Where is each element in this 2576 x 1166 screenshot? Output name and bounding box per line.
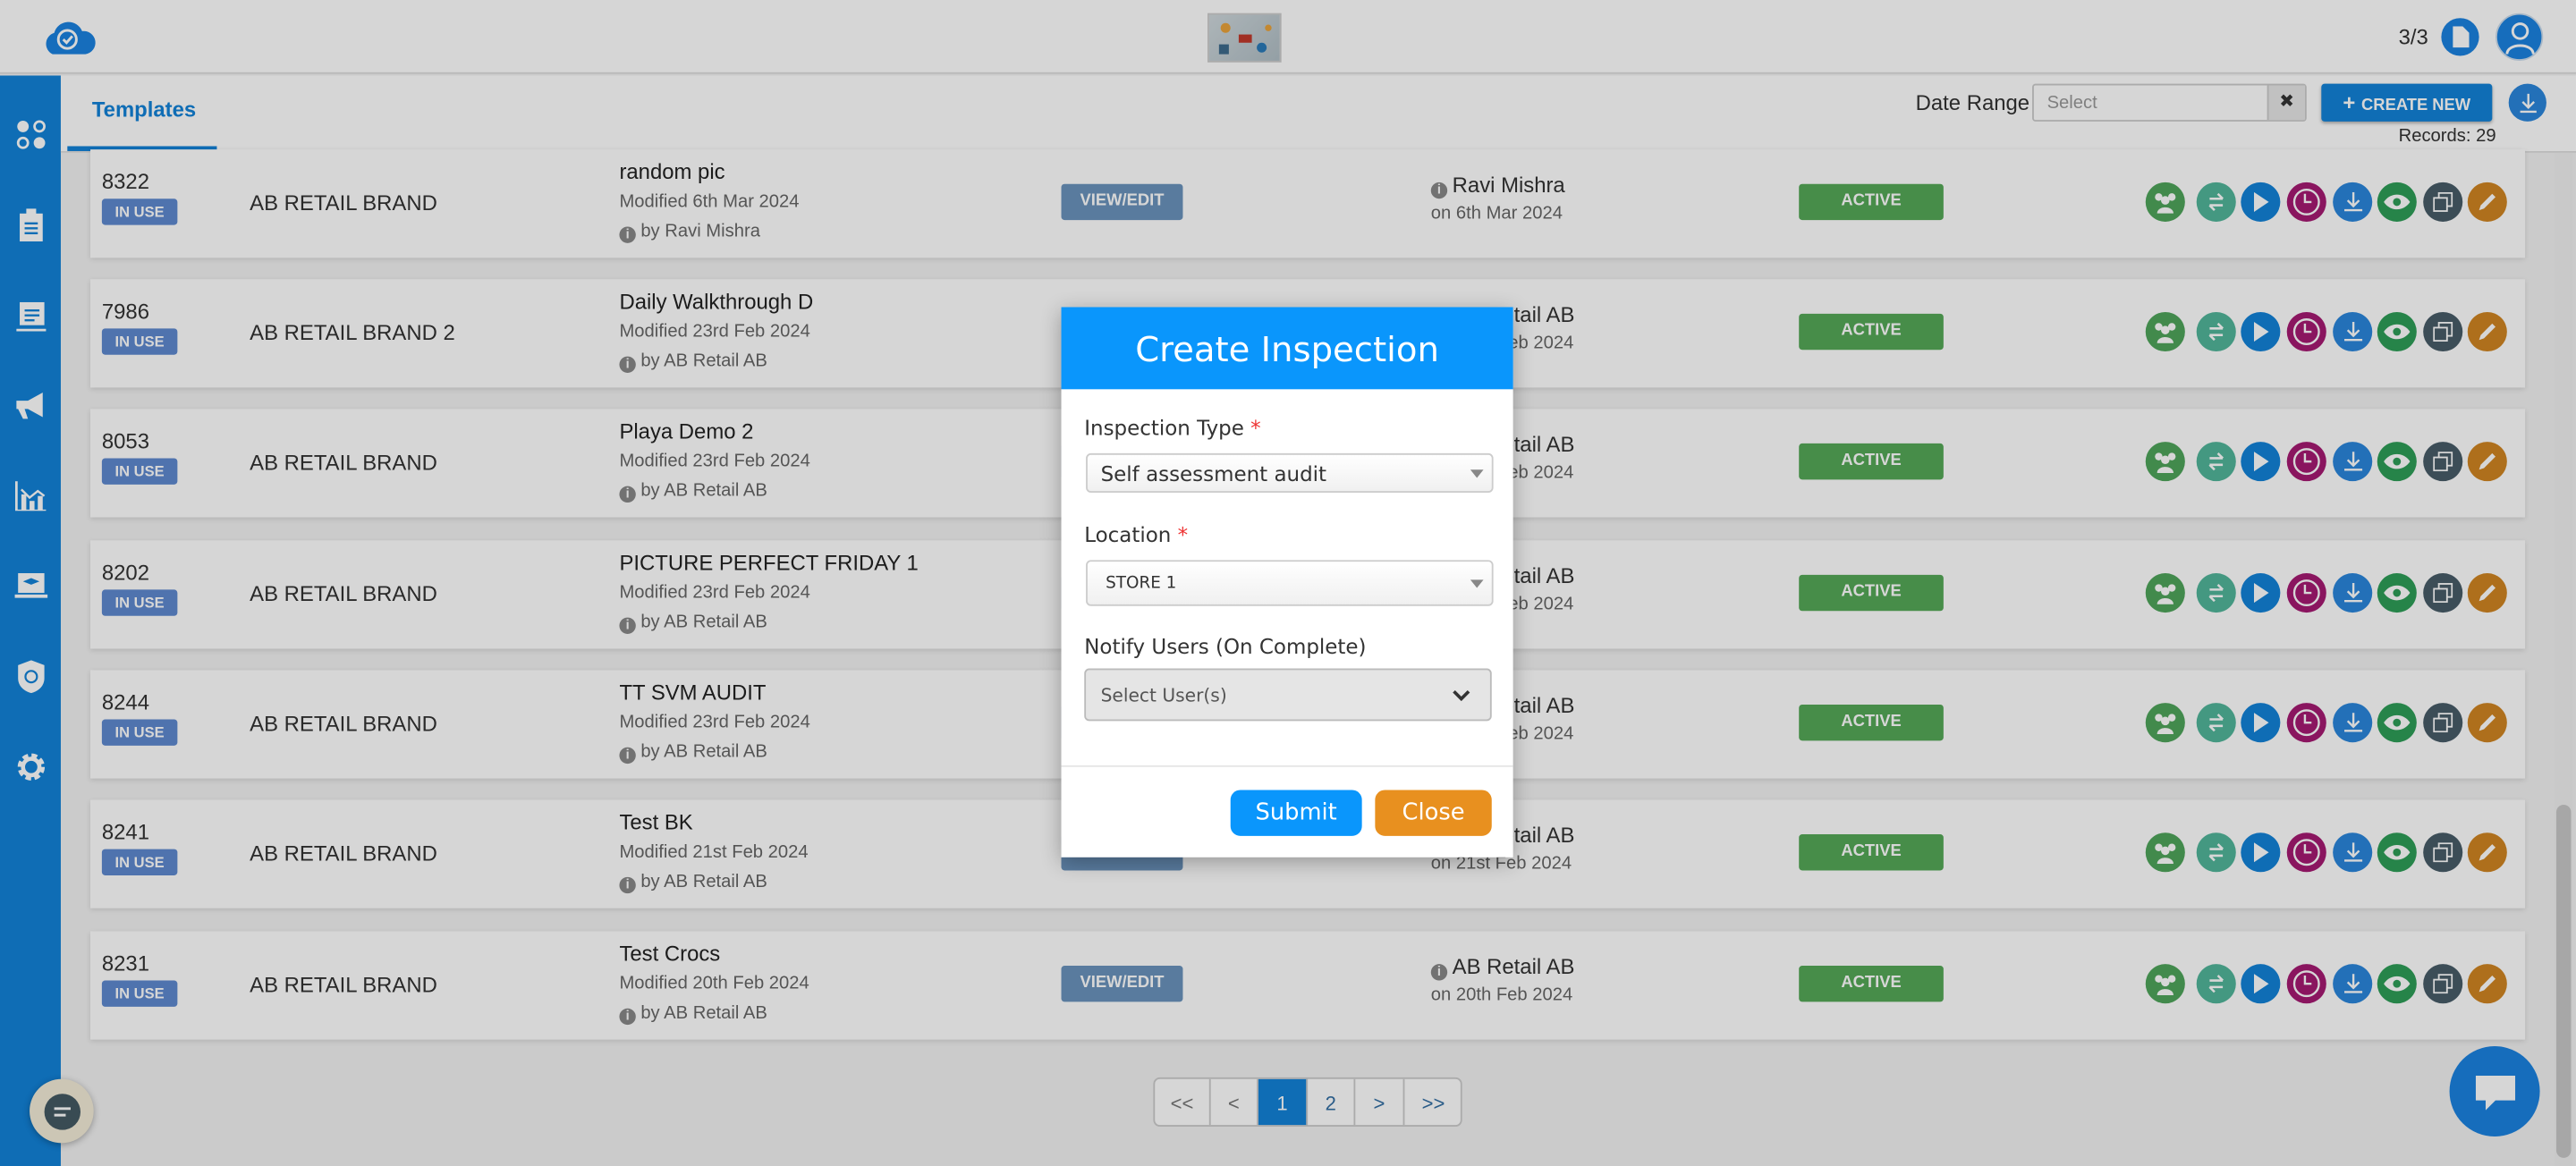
app: 3/3 Templates Date Range Select ✖ + CREA… xyxy=(0,0,2576,1166)
inspection-type-value: Self assessment audit xyxy=(1100,461,1327,486)
inspection-type-label: Inspection Type * xyxy=(1084,415,1261,441)
modal-title: Create Inspection xyxy=(1061,307,1513,390)
location-value: STORE 1 xyxy=(1106,574,1177,594)
create-inspection-modal: Create Inspection Inspection Type * Self… xyxy=(1061,307,1513,858)
chevron-down-icon xyxy=(1453,689,1470,702)
caret-down-icon xyxy=(1470,579,1484,588)
notify-users-label: Notify Users (On Complete) xyxy=(1084,633,1367,659)
inspection-type-select[interactable]: Self assessment audit xyxy=(1086,452,1494,494)
caret-down-icon xyxy=(1470,469,1484,478)
submit-button[interactable]: Submit xyxy=(1230,790,1362,836)
modal-footer-divider xyxy=(1061,765,1513,767)
notify-users-select[interactable]: Select User(s) xyxy=(1084,668,1492,722)
location-select[interactable]: STORE 1 xyxy=(1086,560,1494,606)
notify-users-placeholder: Select User(s) xyxy=(1100,684,1227,706)
close-button[interactable]: Close xyxy=(1375,790,1492,836)
location-label: Location * xyxy=(1084,522,1189,547)
